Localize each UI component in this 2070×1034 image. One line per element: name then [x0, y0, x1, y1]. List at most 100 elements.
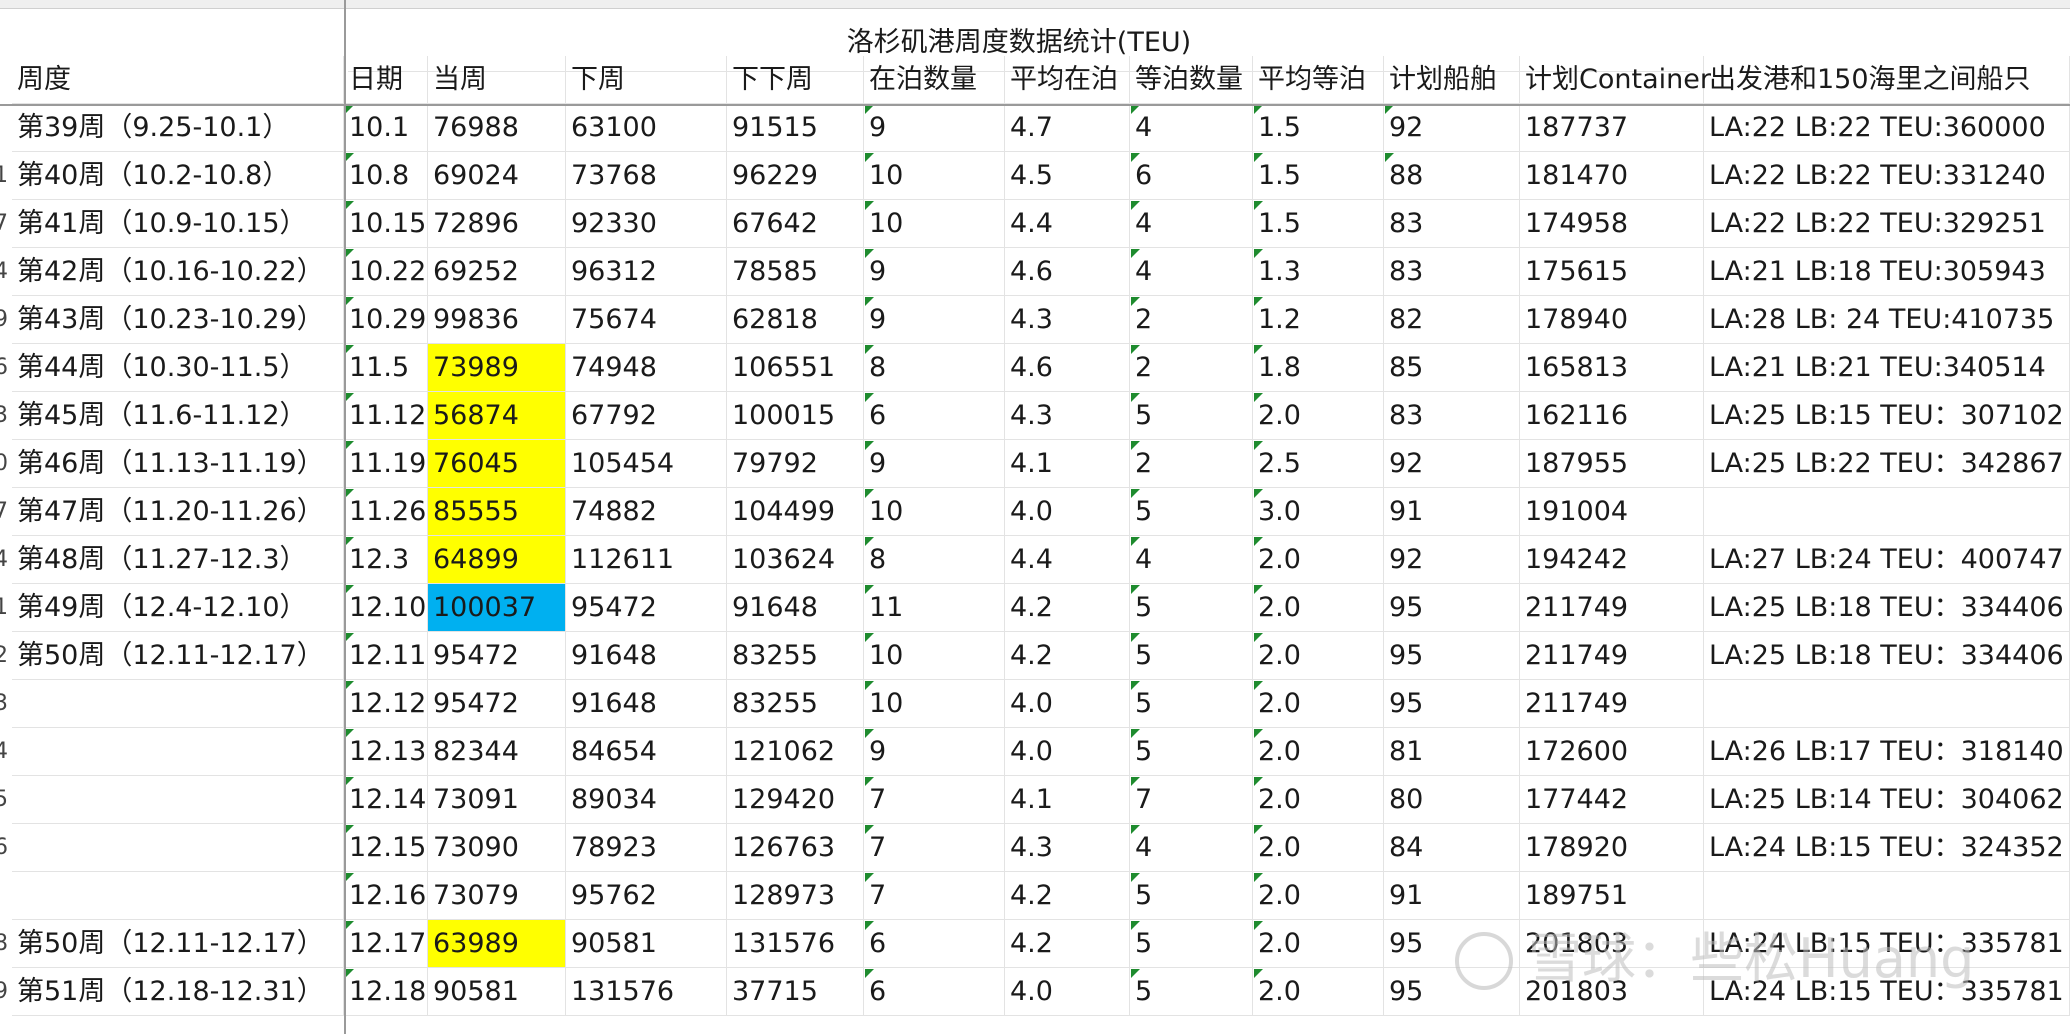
table-cell[interactable]: 4.1 — [1005, 776, 1130, 824]
table-cell[interactable]: 73090 — [428, 824, 566, 872]
table-cell[interactable]: 10 — [864, 488, 1005, 536]
table-cell[interactable]: 5 — [1130, 968, 1253, 1016]
table-cell[interactable]: 92330 — [566, 200, 727, 248]
table-cell[interactable]: 67792 — [566, 392, 727, 440]
table-cell[interactable]: 80 — [1384, 776, 1520, 824]
column-header-8[interactable]: 平均等泊 — [1253, 56, 1384, 104]
table-cell[interactable]: 74948 — [566, 344, 727, 392]
row-number[interactable]: 7 — [0, 488, 12, 536]
table-cell[interactable]: 187737 — [1520, 104, 1704, 152]
row-number[interactable]: 2 — [0, 632, 12, 680]
table-cell[interactable]: 73091 — [428, 776, 566, 824]
table-cell[interactable]: 12.3 — [344, 536, 428, 584]
table-cell[interactable]: 第40周（10.2-10.8） — [12, 152, 344, 200]
table-cell[interactable]: 92 — [1384, 440, 1520, 488]
table-cell[interactable]: 126763 — [727, 824, 864, 872]
column-header-5[interactable]: 在泊数量 — [864, 56, 1005, 104]
table-cell[interactable]: 2.0 — [1253, 872, 1384, 920]
table-cell[interactable]: 9 — [864, 728, 1005, 776]
table-cell[interactable]: LA:22 LB:22 TEU:329251 — [1704, 200, 2070, 248]
table-cell[interactable]: 131576 — [727, 920, 864, 968]
table-cell[interactable]: 211749 — [1520, 632, 1704, 680]
table-cell[interactable]: 121062 — [727, 728, 864, 776]
table-cell[interactable]: 6 — [864, 392, 1005, 440]
table-cell[interactable]: 4.3 — [1005, 824, 1130, 872]
row-number[interactable]: 1 — [0, 152, 12, 200]
table-cell[interactable]: 2.0 — [1253, 728, 1384, 776]
column-header-0[interactable]: 周度 — [12, 56, 344, 104]
table-cell[interactable]: 106551 — [727, 344, 864, 392]
table-cell[interactable]: LA:24 LB:15 TEU：324352 — [1704, 824, 2070, 872]
table-cell[interactable]: 177442 — [1520, 776, 1704, 824]
table-cell[interactable]: 72896 — [428, 200, 566, 248]
table-cell[interactable]: 4.0 — [1005, 680, 1130, 728]
table-cell[interactable]: 131576 — [566, 968, 727, 1016]
table-cell[interactable]: 4.2 — [1005, 584, 1130, 632]
table-cell[interactable]: 10 — [864, 632, 1005, 680]
table-cell[interactable]: 89034 — [566, 776, 727, 824]
table-cell[interactable]: 92 — [1384, 536, 1520, 584]
table-cell[interactable]: LA:25 LB:22 TEU：342867 — [1704, 440, 2070, 488]
table-cell[interactable]: 2.5 — [1253, 440, 1384, 488]
table-cell[interactable]: 104499 — [727, 488, 864, 536]
table-cell[interactable]: 9 — [864, 104, 1005, 152]
table-cell[interactable]: 4 — [1130, 248, 1253, 296]
column-header-7[interactable]: 等泊数量 — [1130, 56, 1253, 104]
table-cell[interactable]: 91648 — [727, 584, 864, 632]
table-cell[interactable]: 92 — [1384, 104, 1520, 152]
row-number[interactable] — [0, 104, 12, 152]
table-cell[interactable]: 78923 — [566, 824, 727, 872]
table-cell[interactable]: 2.0 — [1253, 680, 1384, 728]
table-cell[interactable]: 95 — [1384, 680, 1520, 728]
table-cell[interactable]: 8 — [864, 536, 1005, 584]
table-cell[interactable]: 85 — [1384, 344, 1520, 392]
table-cell[interactable]: 4 — [1130, 824, 1253, 872]
table-cell[interactable]: 2 — [1130, 440, 1253, 488]
table-cell[interactable]: 63989 — [428, 920, 566, 968]
column-header-2[interactable]: 当周 — [428, 56, 566, 104]
row-number[interactable]: 3 — [0, 392, 12, 440]
table-cell[interactable]: 第43周（10.23-10.29） — [12, 296, 344, 344]
table-cell[interactable]: LA:25 LB:18 TEU：334406 — [1704, 584, 2070, 632]
table-cell[interactable]: 211749 — [1520, 680, 1704, 728]
table-cell[interactable]: 12.16 — [344, 872, 428, 920]
table-cell[interactable]: 第50周（12.11-12.17） — [12, 920, 344, 968]
table-cell[interactable]: 88 — [1384, 152, 1520, 200]
table-cell[interactable]: 1.3 — [1253, 248, 1384, 296]
table-cell[interactable]: 9 — [864, 440, 1005, 488]
table-cell[interactable]: 95472 — [566, 584, 727, 632]
table-cell[interactable]: 91648 — [566, 632, 727, 680]
column-header-11[interactable]: 出发港和150海里之间船只 — [1704, 56, 2070, 104]
column-header-6[interactable]: 平均在泊 — [1005, 56, 1130, 104]
table-cell[interactable]: 74882 — [566, 488, 727, 536]
table-cell[interactable]: 4.1 — [1005, 440, 1130, 488]
table-cell[interactable]: 12.12 — [344, 680, 428, 728]
row-number[interactable]: 9 — [0, 968, 12, 1016]
table-cell[interactable]: 第39周（9.25-10.1） — [12, 104, 344, 152]
table-cell[interactable]: 96312 — [566, 248, 727, 296]
table-cell[interactable]: 第42周（10.16-10.22） — [12, 248, 344, 296]
table-cell[interactable]: 4.0 — [1005, 488, 1130, 536]
table-cell[interactable]: 90581 — [428, 968, 566, 1016]
table-cell[interactable]: 5 — [1130, 488, 1253, 536]
table-cell[interactable]: 10 — [864, 200, 1005, 248]
table-cell[interactable]: LA:22 LB:22 TEU:331240 — [1704, 152, 2070, 200]
table-cell[interactable]: 37715 — [727, 968, 864, 1016]
table-cell[interactable]: 96229 — [727, 152, 864, 200]
table-cell[interactable]: 63100 — [566, 104, 727, 152]
table-cell[interactable]: 11 — [864, 584, 1005, 632]
column-header-4[interactable]: 下下周 — [727, 56, 864, 104]
table-cell[interactable]: 10.29 — [344, 296, 428, 344]
table-cell[interactable]: 67642 — [727, 200, 864, 248]
table-cell[interactable]: 8 — [864, 344, 1005, 392]
column-header-9[interactable]: 计划船舶 — [1384, 56, 1520, 104]
table-cell[interactable]: 76045 — [428, 440, 566, 488]
table-cell[interactable]: 11.5 — [344, 344, 428, 392]
table-cell[interactable]: 84654 — [566, 728, 727, 776]
table-cell[interactable]: 4.0 — [1005, 728, 1130, 776]
row-number[interactable]: 9 — [0, 296, 12, 344]
table-cell[interactable]: 12.14 — [344, 776, 428, 824]
table-cell[interactable]: 99836 — [428, 296, 566, 344]
table-cell[interactable]: 100015 — [727, 392, 864, 440]
table-cell[interactable]: 95762 — [566, 872, 727, 920]
